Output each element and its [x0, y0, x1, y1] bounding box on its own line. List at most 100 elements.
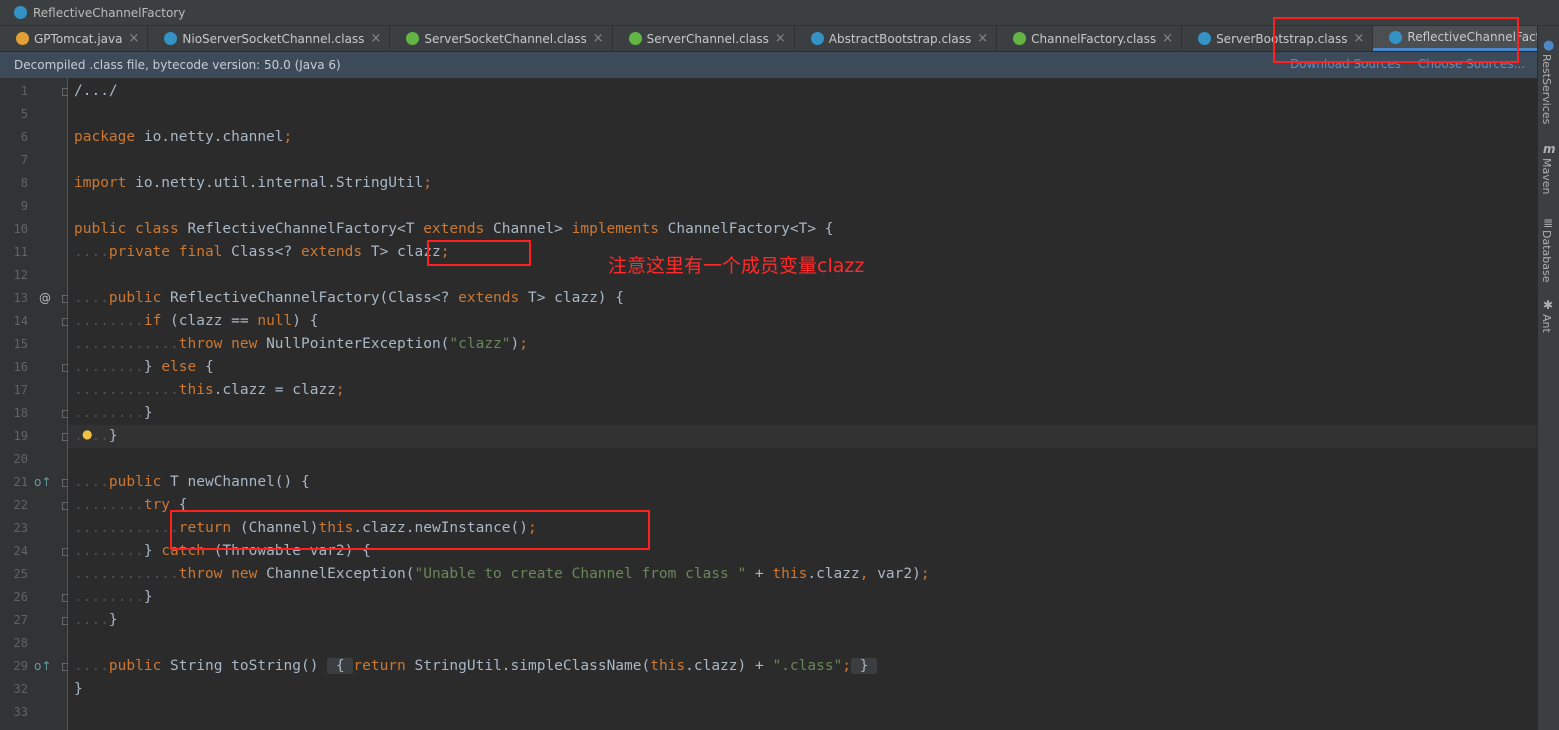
annotation-note: 注意这里有一个成员变量clazz: [608, 255, 865, 277]
tab-nioserversocketchannel-class[interactable]: NioServerSocketChannel.class ×: [148, 26, 391, 51]
code-text: ........}: [74, 405, 153, 421]
line-number: 21: [13, 475, 28, 489]
right-tool-strip: ● RestServices m Maven ≣ Database ✱ Ant: [1537, 26, 1559, 730]
tab-serversocketchannel-class[interactable]: ServerSocketChannel.class ×: [390, 26, 613, 51]
tool-maven[interactable]: Maven: [1540, 158, 1553, 194]
tool-restservices[interactable]: RestServices: [1540, 54, 1553, 124]
code-line[interactable]: package io.netty.channel;: [68, 126, 1537, 149]
line-number: 29: [13, 659, 28, 673]
code-line[interactable]: [68, 103, 1537, 126]
code-line[interactable]: ........} else {: [68, 356, 1537, 379]
code-line[interactable]: [68, 448, 1537, 471]
code-line[interactable]: ........}: [68, 402, 1537, 425]
banner-message: Decompiled .class file, bytecode version…: [14, 58, 341, 72]
line-number: 19: [13, 429, 28, 443]
implements-marker-icon[interactable]: o↑: [34, 655, 51, 678]
code-line[interactable]: }: [68, 678, 1537, 701]
code-line[interactable]: ....public T newChannel() {: [68, 471, 1537, 494]
code-text: ............this.clazz = clazz;: [74, 382, 345, 398]
annotation-box-tabs: [1273, 17, 1519, 63]
interface-file-icon: [628, 32, 642, 45]
code-line[interactable]: public class ReflectiveChannelFactory<T …: [68, 218, 1537, 241]
code-line[interactable]: [68, 149, 1537, 172]
class-file-icon: [164, 32, 178, 45]
code-line[interactable]: ............throw new NullPointerExcepti…: [68, 333, 1537, 356]
tab-serverchannel-class[interactable]: ServerChannel.class ×: [613, 26, 795, 51]
code-line[interactable]: [68, 195, 1537, 218]
code-text: ............throw new ChannelException("…: [74, 566, 930, 582]
line-number: 33: [13, 705, 28, 719]
line-number: 8: [20, 176, 28, 190]
close-icon[interactable]: ×: [370, 31, 381, 46]
code-line[interactable]: ............throw new ChannelException("…: [68, 563, 1537, 586]
line-number: 6: [20, 130, 28, 144]
editor-gutter[interactable]: 1 5 6 7 8 9 10 11 12 13 @14 15 16 17 18 19 20 21 o↑ 22 23 24 2…: [0, 78, 70, 730]
window-title: ReflectiveChannelFactory: [33, 5, 186, 20]
line-number: 20: [13, 452, 28, 466]
class-file-icon: [14, 6, 27, 19]
lightbulb-icon[interactable]: ●: [82, 423, 92, 446]
tab-label: ServerSocketChannel.class: [424, 31, 587, 46]
close-icon[interactable]: ×: [593, 31, 604, 46]
close-icon[interactable]: ×: [1162, 31, 1173, 46]
line-number: 1: [20, 84, 28, 98]
line-number: 32: [13, 682, 28, 696]
tool-ant[interactable]: Ant: [1540, 314, 1553, 333]
line-number: 26: [13, 590, 28, 604]
line-number: 9: [20, 199, 28, 213]
code-text: ....public String toString() { return St…: [74, 658, 878, 674]
code-editor[interactable]: /.../ package io.netty.channel; import io.…: [68, 78, 1537, 730]
code-line[interactable]: [68, 701, 1537, 724]
code-line[interactable]: ........}: [68, 586, 1537, 609]
code-line[interactable]: /.../: [68, 80, 1537, 103]
line-number: 15: [13, 337, 28, 351]
line-number: 25: [13, 567, 28, 581]
tab-abstractbootstrap-class[interactable]: AbstractBootstrap.class ×: [795, 26, 998, 51]
code-line[interactable]: ............this.clazz = clazz;: [68, 379, 1537, 402]
code-text: package io.netty.channel;: [74, 129, 293, 145]
code-line[interactable]: [68, 632, 1537, 655]
code-line[interactable]: ....}: [68, 609, 1537, 632]
code-text: ........}: [74, 589, 153, 605]
tab-label: NioServerSocketChannel.class: [182, 31, 365, 46]
line-number: 12: [13, 268, 28, 282]
tab-label: GPTomcat.java: [34, 31, 123, 46]
line-number: 24: [13, 544, 28, 558]
code-text: ............throw new NullPointerExcepti…: [74, 336, 528, 352]
tool-database[interactable]: Database: [1540, 230, 1553, 283]
tab-label: ServerChannel.class: [646, 31, 769, 46]
line-number: 14: [13, 314, 28, 328]
tab-label: AbstractBootstrap.class: [828, 31, 972, 46]
code-text: import io.netty.util.internal.StringUtil…: [74, 175, 432, 191]
code-line[interactable]: ....public ReflectiveChannelFactory(Clas…: [68, 287, 1537, 310]
code-text: ........} else {: [74, 359, 214, 375]
tab-channelfactory-class[interactable]: ChannelFactory.class ×: [997, 26, 1183, 51]
interface-file-icon: [406, 32, 420, 45]
implements-marker-icon[interactable]: o↑: [34, 471, 51, 494]
java-file-icon: [16, 32, 29, 45]
code-line[interactable]: import io.netty.util.internal.StringUtil…: [68, 172, 1537, 195]
annotation-box-field: [427, 240, 531, 266]
line-number: 16: [13, 360, 28, 374]
line-number: 18: [13, 406, 28, 420]
line-number: 13: [13, 291, 28, 305]
code-text: ....private final Class<? extends T> cla…: [74, 244, 450, 260]
annotation-box-newinstance: [170, 510, 650, 550]
line-number: 22: [13, 498, 28, 512]
code-text: ....public ReflectiveChannelFactory(Clas…: [74, 290, 624, 306]
line-number: 7: [20, 153, 28, 167]
code-line[interactable]: ....public String toString() { return St…: [68, 655, 1537, 678]
code-line[interactable]: ....}: [68, 425, 1537, 448]
code-line[interactable]: ........if (clazz == null) {: [68, 310, 1537, 333]
line-number: 23: [13, 521, 28, 535]
close-icon[interactable]: ×: [128, 31, 139, 46]
line-number: 5: [20, 107, 28, 121]
code-text: ....}: [74, 612, 118, 628]
code-text: ........if (clazz == null) {: [74, 313, 319, 329]
line-number: 10: [13, 222, 28, 236]
close-icon[interactable]: ×: [977, 31, 988, 46]
tab-gptomcat-java[interactable]: GPTomcat.java ×: [0, 26, 149, 51]
close-icon[interactable]: ×: [775, 31, 786, 46]
override-marker-icon[interactable]: @: [39, 287, 51, 310]
code-text: ....}: [74, 428, 118, 444]
